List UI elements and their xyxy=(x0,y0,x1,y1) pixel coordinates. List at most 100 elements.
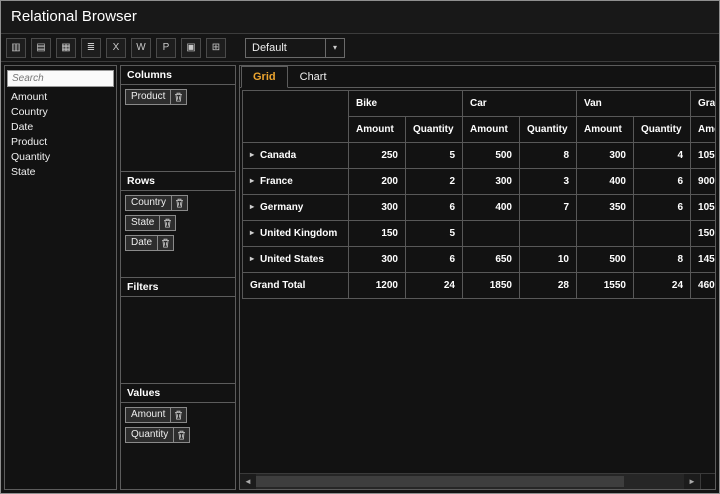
tab-grid[interactable]: Grid xyxy=(241,66,288,88)
chip-date-label[interactable]: Date xyxy=(125,235,159,251)
pivot-cell: 500 xyxy=(462,142,520,169)
pivot-layout-icon[interactable]: ▦ xyxy=(56,37,76,58)
chip-country[interactable]: Country xyxy=(125,195,189,211)
scroll-right-icon[interactable]: ► xyxy=(684,474,700,489)
pivot-cell: 24 xyxy=(632,272,692,299)
delete-field-icon[interactable] xyxy=(171,89,188,105)
expand-arrow-icon[interactable]: ▸ xyxy=(250,150,254,159)
export-csv-icon[interactable]: ⊞ xyxy=(206,37,226,58)
row-label: Canada xyxy=(260,150,297,161)
toolbar: ▥ ▤ ▦ ≣ X W P ▣ ⊞ Default ▾ xyxy=(1,33,719,62)
pivot-cell xyxy=(462,220,520,247)
field-item-product[interactable]: Product xyxy=(5,134,116,149)
expand-arrow-icon[interactable]: ▸ xyxy=(250,176,254,185)
pivot-cell: 28 xyxy=(519,272,577,299)
field-item-country[interactable]: Country xyxy=(5,104,116,119)
pivot-row: ▸ Canada 250 5 500 8 300 4 1050 xyxy=(242,142,715,169)
measure-header[interactable]: Quantity xyxy=(405,116,463,143)
pivot-layout-glyph: ▦ xyxy=(61,42,71,53)
expand-arrow-icon[interactable]: ▸ xyxy=(250,228,254,237)
field-item-date[interactable]: Date xyxy=(5,119,116,134)
pivot-cell: 1450 xyxy=(690,246,715,273)
export-word-icon[interactable]: W xyxy=(131,37,151,58)
pivot-cell xyxy=(519,220,577,247)
measure-header[interactable]: Amount xyxy=(348,116,406,143)
chip-date[interactable]: Date xyxy=(125,235,175,251)
row-header-united-kingdom[interactable]: ▸ United Kingdom xyxy=(242,220,349,247)
chip-quantity[interactable]: Quantity xyxy=(125,427,191,443)
row-header-united-states[interactable]: ▸ United States xyxy=(242,246,349,273)
pivot-cell: 3 xyxy=(519,168,577,195)
search-wrap xyxy=(5,66,116,89)
column-group-grand-total[interactable]: Grand Total xyxy=(690,90,715,117)
field-item-state[interactable]: State xyxy=(5,164,116,179)
chip-product[interactable]: Product xyxy=(125,89,188,105)
delete-field-icon[interactable] xyxy=(160,215,177,231)
pivot-cell: 500 xyxy=(576,246,634,273)
field-list-panel: Amount Country Date Product Quantity Sta… xyxy=(4,65,117,490)
measure-header[interactable]: Amount xyxy=(462,116,520,143)
pivot-cell: 10 xyxy=(519,246,577,273)
field-item-quantity[interactable]: Quantity xyxy=(5,149,116,164)
pivot-cell xyxy=(632,220,692,247)
filters-chips xyxy=(121,297,235,305)
pivot-cell: 1550 xyxy=(576,272,634,299)
collapse-all-glyph: ▤ xyxy=(36,42,46,53)
chip-amount[interactable]: Amount xyxy=(125,407,188,423)
pivot-cell: 1050 xyxy=(690,142,715,169)
column-group-bike[interactable]: Bike xyxy=(348,90,463,117)
layout-dropdown-value: Default xyxy=(252,41,287,54)
column-group-car[interactable]: Car xyxy=(462,90,577,117)
chip-state[interactable]: State xyxy=(125,215,177,231)
chip-product-label[interactable]: Product xyxy=(125,89,172,105)
window-title: Relational Browser xyxy=(11,8,137,25)
export-excel-glyph: X xyxy=(112,42,120,53)
delete-field-icon[interactable] xyxy=(172,195,189,211)
export-pdf-icon[interactable]: P xyxy=(156,37,176,58)
export-excel-icon[interactable]: X xyxy=(106,37,126,58)
pivot-cell: 4 xyxy=(632,142,692,169)
tab-chart[interactable]: Chart xyxy=(288,66,339,87)
columns-section: Columns Product xyxy=(121,66,235,172)
layout-dropdown[interactable]: Default ▾ xyxy=(245,37,345,58)
chip-state-label[interactable]: State xyxy=(125,215,161,231)
pivot-cell: 400 xyxy=(462,194,520,221)
row-label: United States xyxy=(260,254,324,265)
pivot-cell: 4600 xyxy=(690,272,715,299)
rows-section-header: Rows xyxy=(121,172,235,191)
measure-header[interactable]: Quantity xyxy=(632,116,692,143)
delete-field-icon[interactable] xyxy=(158,235,175,251)
field-item-amount[interactable]: Amount xyxy=(5,89,116,104)
relational-browser-window: Relational Browser ▥ ▤ ▦ ≣ X W P ▣ ⊞ Def… xyxy=(0,0,720,494)
scrollbar-thumb[interactable] xyxy=(256,476,625,487)
expand-arrow-icon[interactable]: ▸ xyxy=(250,254,254,263)
database-connection-icon[interactable]: ≣ xyxy=(81,37,101,58)
pivot-cell: 900 xyxy=(690,168,715,195)
pivot-cell: 1050 xyxy=(690,194,715,221)
chevron-down-icon[interactable]: ▾ xyxy=(325,38,344,57)
chip-quantity-label[interactable]: Quantity xyxy=(125,427,175,443)
scroll-left-icon[interactable]: ◄ xyxy=(240,474,256,489)
scrollbar-track[interactable] xyxy=(256,474,684,489)
measure-header[interactable]: Quantity xyxy=(519,116,577,143)
pivot-cell: 1850 xyxy=(462,272,520,299)
pivot-cell: 200 xyxy=(348,168,406,195)
pivot-cell: 6 xyxy=(405,194,463,221)
delete-field-icon[interactable] xyxy=(171,407,188,423)
chip-amount-label[interactable]: Amount xyxy=(125,407,172,423)
measure-header[interactable]: Amount xyxy=(690,116,715,143)
chip-country-label[interactable]: Country xyxy=(125,195,173,211)
expand-all-icon[interactable]: ▥ xyxy=(6,37,26,58)
export-image-icon[interactable]: ▣ xyxy=(181,37,201,58)
row-header-france[interactable]: ▸ France xyxy=(242,168,349,195)
column-group-van[interactable]: Van xyxy=(575,90,692,117)
horizontal-scrollbar[interactable]: ◄ ► xyxy=(240,473,715,489)
collapse-all-icon[interactable]: ▤ xyxy=(31,37,51,58)
grand-total-row: Grand Total 1200 24 1850 28 1550 24 4600 xyxy=(242,272,715,299)
measure-header[interactable]: Amount xyxy=(576,116,634,143)
row-header-canada[interactable]: ▸ Canada xyxy=(242,142,349,169)
search-input[interactable] xyxy=(7,70,114,87)
expand-arrow-icon[interactable]: ▸ xyxy=(250,202,254,211)
row-header-germany[interactable]: ▸ Germany xyxy=(242,194,349,221)
delete-field-icon[interactable] xyxy=(174,427,191,443)
